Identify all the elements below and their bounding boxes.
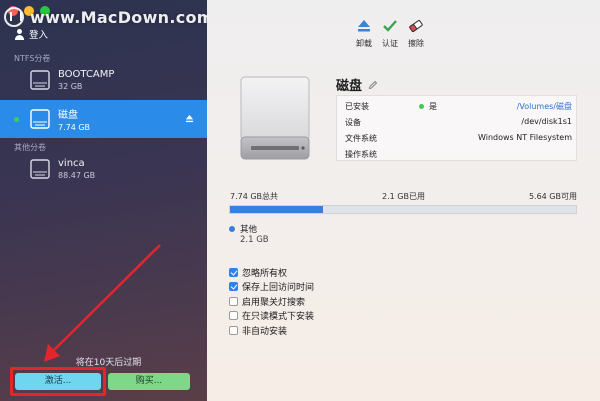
option-checkbox[interactable] bbox=[229, 296, 238, 306]
mounted-status: 是 bbox=[419, 101, 437, 112]
login-label: 登入 bbox=[29, 30, 49, 41]
drive-icon bbox=[30, 70, 50, 90]
option-checkbox[interactable] bbox=[229, 282, 238, 292]
info-row-mounted: 已安装 是 /Volumes/磁盘 bbox=[337, 97, 578, 113]
option-row[interactable]: 在只读模式下安装 bbox=[229, 309, 314, 324]
disk-title-text: 磁盘 bbox=[336, 79, 363, 94]
person-icon bbox=[14, 28, 25, 40]
volume-size: 7.74 GB bbox=[58, 123, 91, 132]
hard-drive-icon bbox=[240, 76, 310, 160]
login-button[interactable]: 登入 bbox=[14, 27, 48, 41]
option-row[interactable]: 保存上回访问时间 bbox=[229, 280, 314, 295]
info-row-device: 设备 /dev/disk1s1 bbox=[337, 113, 578, 129]
option-label: 保存上回访问时间 bbox=[242, 283, 315, 294]
main-panel: 卸载 认证 擦除 磁盘 已安装 是 /Volumes/磁盘 设备 /dev/di… bbox=[207, 0, 600, 401]
watermark: www.MacDown.com bbox=[4, 7, 207, 27]
option-label: 非自动安装 bbox=[242, 326, 288, 337]
option-row[interactable]: 非自动安装 bbox=[229, 323, 314, 338]
macdown-logo-icon bbox=[4, 7, 24, 27]
buy-button[interactable]: 购买... bbox=[108, 373, 190, 390]
erase-button[interactable]: 擦除 bbox=[401, 19, 431, 49]
info-row-filesystem: 文件系统 Windows NT Filesystem bbox=[337, 129, 578, 145]
info-key: 已安装 bbox=[345, 102, 369, 111]
sidebar: www.MacDown.com 登入 NTFS分卷 BOOTCAMP 32 GB… bbox=[0, 0, 207, 401]
eraser-icon bbox=[409, 19, 423, 33]
sidebar-item-bootcamp[interactable]: BOOTCAMP 32 GB bbox=[0, 61, 207, 99]
drive-icon bbox=[30, 109, 50, 129]
option-label: 忽略所有权 bbox=[242, 268, 288, 279]
usage-used: 2.1 GB已用 bbox=[382, 192, 425, 201]
mounted-status-text: 是 bbox=[429, 102, 437, 111]
status-dot bbox=[419, 104, 424, 109]
volume-size: 32 GB bbox=[58, 82, 83, 91]
option-checkbox[interactable] bbox=[229, 325, 238, 335]
eject-icon[interactable] bbox=[185, 114, 194, 123]
option-row[interactable]: 启用聚关灯搜索 bbox=[229, 294, 314, 309]
usage-labels: 7.74 GB总共 2.1 GB已用 5.64 GB可用 bbox=[230, 191, 577, 203]
volume-name: vinca bbox=[58, 158, 85, 169]
drive-icon bbox=[30, 159, 50, 179]
mounted-status-dot bbox=[14, 117, 19, 122]
disk-info-table: 已安装 是 /Volumes/磁盘 设备 /dev/disk1s1 文件系统 W… bbox=[336, 95, 577, 161]
info-value: Windows NT Filesystem bbox=[478, 133, 572, 142]
mount-options: 忽略所有权保存上回访问时间 启用聚关灯搜索 在只读模式下安装 非自动安装 bbox=[229, 265, 314, 338]
disk-title: 磁盘 bbox=[336, 75, 378, 94]
usage-bar-fill bbox=[230, 206, 324, 213]
volume-name: BOOTCAMP bbox=[58, 69, 115, 80]
option-checkbox[interactable] bbox=[229, 311, 238, 321]
legend-size: 2.1 GB bbox=[240, 235, 269, 245]
sidebar-item-disk[interactable]: 磁盘 7.74 GB bbox=[0, 100, 207, 138]
annotation-highlight-box bbox=[10, 367, 106, 396]
usage-total: 7.74 GB总共 bbox=[230, 192, 279, 201]
info-key: 文件系统 bbox=[345, 134, 377, 143]
pencil-icon[interactable] bbox=[368, 80, 378, 90]
legend-name: 其他 bbox=[240, 225, 258, 235]
eject-icon bbox=[358, 20, 370, 32]
option-label: 在只读模式下安装 bbox=[242, 312, 315, 323]
sidebar-item-vinca[interactable]: vinca 88.47 GB bbox=[0, 150, 207, 188]
checkmark-icon bbox=[383, 20, 397, 32]
option-row[interactable]: 忽略所有权 bbox=[229, 265, 314, 280]
mount-path-link[interactable]: /Volumes/磁盘 bbox=[517, 101, 572, 112]
volume-size: 88.47 GB bbox=[58, 171, 96, 180]
info-value: /dev/disk1s1 bbox=[521, 117, 572, 126]
info-row-os: 操作系统 bbox=[337, 145, 578, 161]
usage-available: 5.64 GB可用 bbox=[528, 192, 577, 201]
option-checkbox[interactable] bbox=[229, 267, 238, 277]
toolbar: 卸载 认证 擦除 bbox=[207, 0, 600, 55]
usage-bar bbox=[229, 205, 577, 214]
option-label: 启用聚关灯搜索 bbox=[242, 297, 306, 308]
info-key: 设备 bbox=[345, 118, 361, 127]
info-key: 操作系统 bbox=[345, 150, 377, 159]
erase-label: 擦除 bbox=[408, 39, 424, 48]
legend-dot bbox=[229, 226, 235, 232]
watermark-text: www.MacDown.com bbox=[30, 8, 207, 27]
volume-name: 磁盘 bbox=[58, 110, 78, 121]
